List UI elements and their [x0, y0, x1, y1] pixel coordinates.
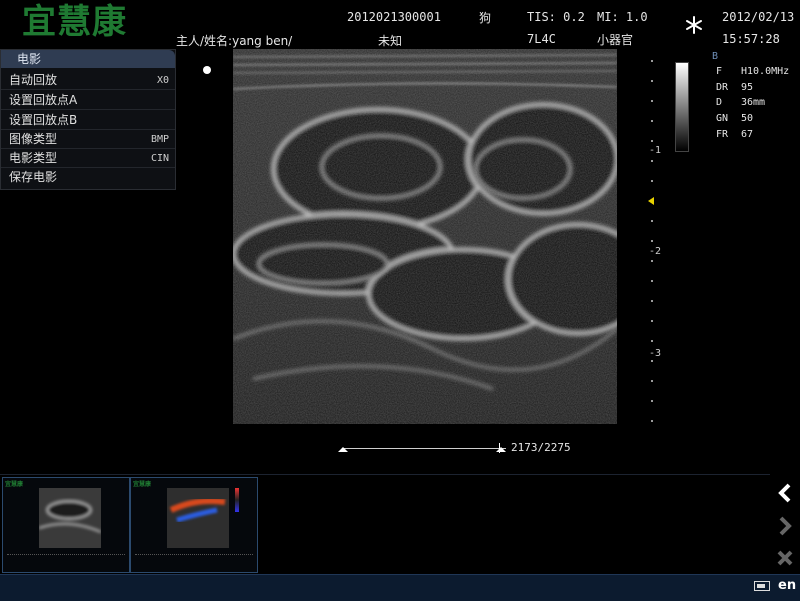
probe-name: 7L4C [527, 32, 556, 46]
param-value-dynamic-range: 95 [741, 82, 754, 93]
species-label: 狗 [479, 11, 492, 25]
param-value-frame-rate: 67 [741, 129, 754, 140]
replay-point-a-marker[interactable] [338, 447, 348, 452]
brand-logo: 宜慧康 [22, 2, 127, 42]
cine-slider-track [342, 448, 506, 449]
mode-label: B [712, 51, 719, 62]
menu-item-label: 设置回放点A [9, 93, 78, 107]
thumbnail-controls [7, 554, 125, 565]
depth-label-2: -2 [649, 246, 662, 257]
depth-tick [651, 60, 653, 62]
exam-id: 2012021300001 [347, 10, 441, 24]
menu-item-label: 自动回放 [9, 73, 58, 87]
exam-date: 2012/02/13 [722, 10, 795, 24]
param-value-gain: 50 [741, 113, 754, 124]
thumbnail-controls [135, 554, 253, 565]
thumbnail-strip: 宜慧康 宜慧康 [0, 474, 770, 575]
depth-tick [651, 380, 653, 382]
status-bar: en [0, 574, 800, 601]
orientation-marker [203, 66, 211, 74]
thumbnail-image [39, 488, 101, 548]
depth-tick [651, 100, 653, 102]
chevron-left-icon[interactable] [770, 478, 800, 508]
depth-label-1: -1 [649, 145, 662, 156]
language-indicator[interactable]: en [778, 578, 796, 593]
param-key-fr: FR [716, 129, 729, 140]
close-icon[interactable] [770, 543, 800, 573]
chevron-right-icon[interactable] [770, 511, 800, 541]
depth-tick [651, 160, 653, 162]
menu-item-cine-type[interactable]: 电影类型 CIN [1, 149, 175, 168]
param-key-gn: GN [716, 113, 729, 124]
cine-cursor[interactable] [498, 443, 500, 453]
focus-marker[interactable] [648, 197, 654, 205]
thumbnail-b-mode[interactable]: 宜慧康 [2, 477, 130, 573]
depth-tick [651, 220, 653, 222]
param-value-frequency: H10.0MHz [741, 66, 790, 77]
menu-item-auto-replay[interactable]: 自动回放 X0 [1, 71, 175, 90]
thumbnail-color-bar [235, 488, 239, 512]
depth-tick [651, 400, 653, 402]
menu-item-label: 保存电影 [9, 170, 58, 184]
depth-tick [651, 120, 653, 122]
thumbnail-color-doppler[interactable]: 宜慧康 [130, 477, 258, 573]
unknown-label: 未知 [378, 34, 403, 48]
depth-tick [651, 340, 653, 342]
snowflake-icon [684, 15, 704, 35]
mi-value: MI: 1.0 [597, 10, 648, 24]
menu-item-image-type[interactable]: 图像类型 BMP [1, 130, 175, 149]
thumbnail-image [167, 488, 229, 548]
depth-label-3: -3 [649, 348, 662, 359]
exam-time: 15:57:28 [722, 32, 780, 46]
thumbnail-logo: 宜慧康 [5, 481, 24, 488]
patient-name: 主人/姓名:yang ben/ [176, 34, 293, 48]
menu-item-save-cine[interactable]: 保存电影 [1, 168, 175, 187]
organ-preset: 小器官 [597, 33, 634, 47]
param-key-d: D [716, 97, 723, 108]
param-key-f: F [716, 66, 723, 77]
menu-item-label: 设置回放点B [9, 113, 78, 127]
menu-item-value: CIN [150, 153, 169, 164]
depth-tick [651, 280, 653, 282]
cine-frame-counter: 2173/2275 [511, 441, 571, 454]
depth-tick [651, 260, 653, 262]
cine-menu: 电影 自动回放 X0 设置回放点A 设置回放点B 图像类型 BMP 电影类型 C… [0, 49, 176, 190]
param-key-dr: DR [716, 82, 729, 93]
menu-item-value: X0 [156, 75, 169, 86]
depth-tick [651, 180, 653, 182]
menu-item-label: 电影类型 [9, 151, 58, 165]
thumbnail-logo: 宜慧康 [133, 481, 152, 488]
menu-item-set-replay-point-b[interactable]: 设置回放点B [1, 111, 175, 130]
menu-item-value: BMP [150, 134, 169, 145]
ultrasound-image[interactable] [233, 49, 617, 424]
cine-slider[interactable] [338, 443, 508, 457]
menu-item-label: 图像类型 [9, 132, 58, 146]
depth-tick [651, 320, 653, 322]
tis-value: TIS: 0.2 [527, 10, 585, 24]
depth-tick [651, 360, 653, 362]
grayscale-bar [675, 62, 689, 152]
keyboard-icon[interactable] [754, 581, 770, 591]
replay-point-b-marker[interactable] [496, 447, 506, 452]
depth-tick [651, 80, 653, 82]
depth-tick [651, 240, 653, 242]
depth-tick [651, 300, 653, 302]
depth-tick [651, 140, 653, 142]
cine-menu-title: 电影 [1, 50, 175, 68]
menu-item-set-replay-point-a[interactable]: 设置回放点A [1, 91, 175, 110]
param-value-depth: 36mm [741, 97, 766, 108]
depth-tick [651, 420, 653, 422]
